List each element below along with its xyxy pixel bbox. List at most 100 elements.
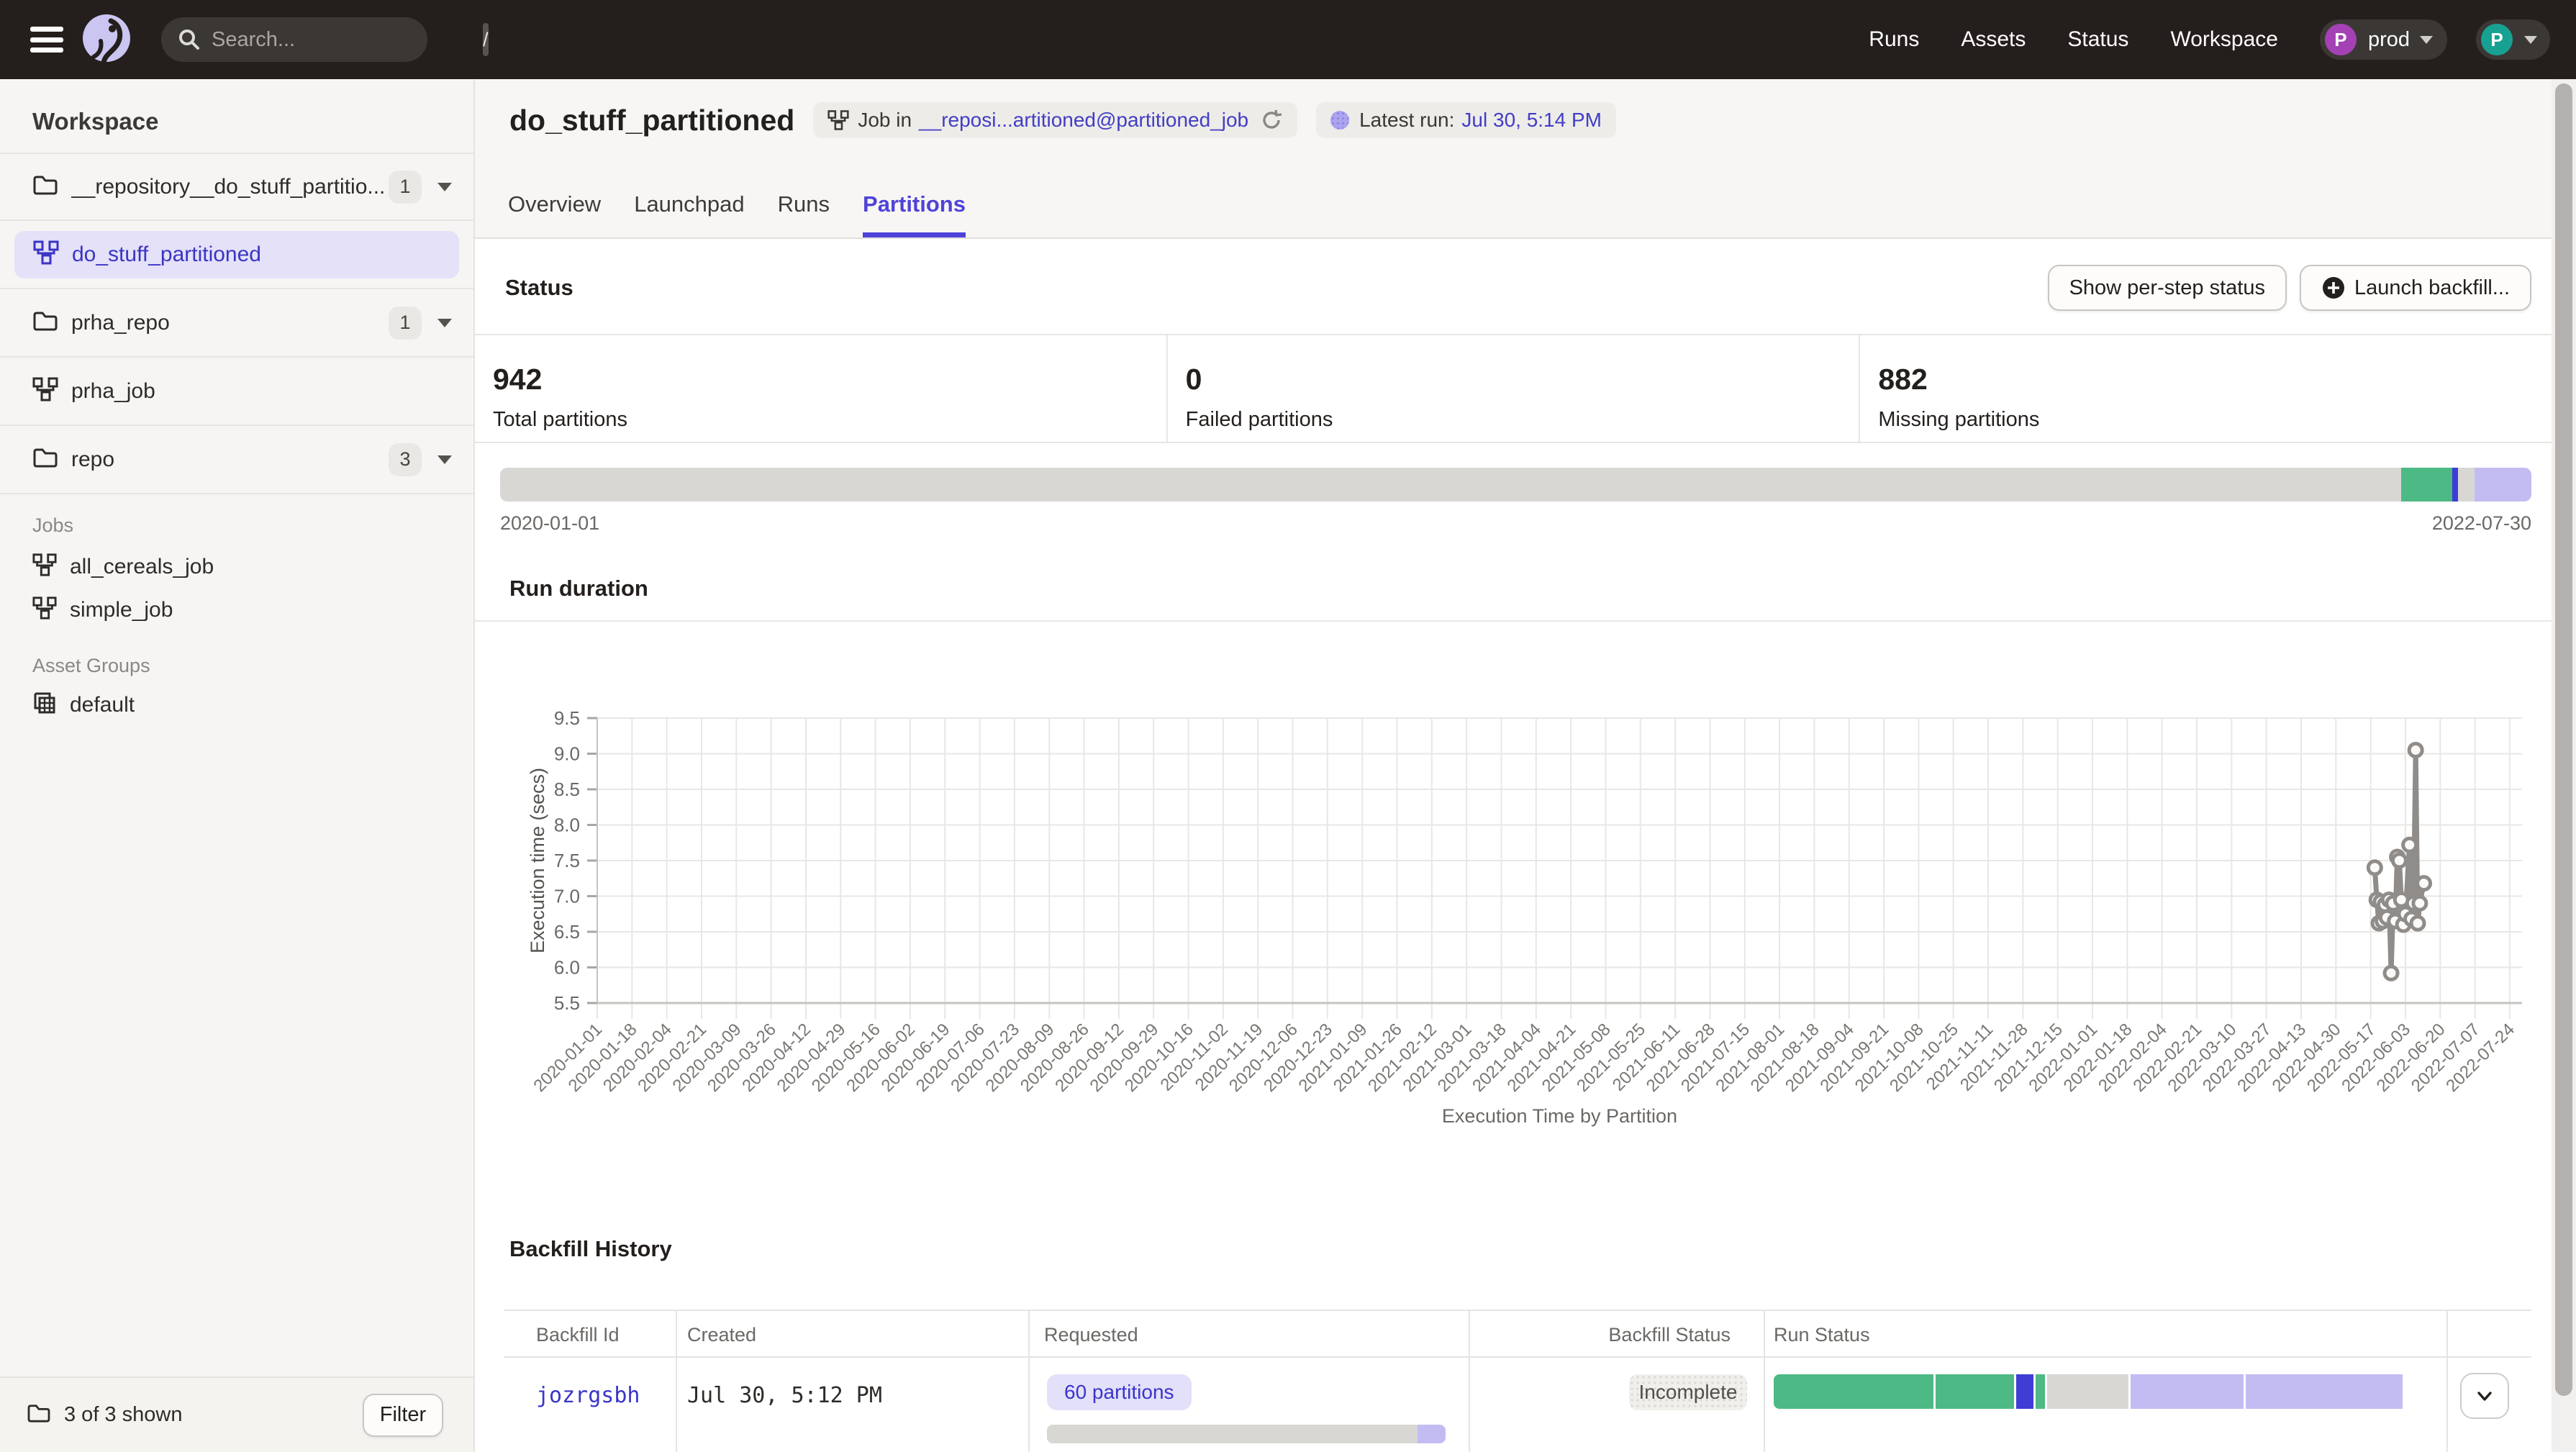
nav-link-status[interactable]: Status <box>2067 27 2128 52</box>
partition-status-bar[interactable] <box>500 468 2531 502</box>
tab-overview[interactable]: Overview <box>508 191 601 237</box>
column-header-backfill-id: Backfill Id <box>536 1324 620 1346</box>
sidebar-footer: 3 of 3 shown Filter <box>0 1376 473 1452</box>
nav-link-assets[interactable]: Assets <box>1961 27 2026 52</box>
job-location-link[interactable]: __reposi...artitioned@partitioned_job <box>919 109 1248 132</box>
search-icon <box>177 27 201 52</box>
launch-backfill-button[interactable]: Launch backfill... <box>2300 265 2531 311</box>
latest-run-link[interactable]: Jul 30, 5:14 PM <box>1461 109 1602 132</box>
status-section-heading: Status <box>505 275 573 301</box>
scrollbar-track[interactable] <box>2552 79 2576 1452</box>
run-status-dot <box>1330 111 1349 130</box>
stat-failed-partitions: 0 Failed partitions <box>1168 335 1861 442</box>
stat-total-partitions: 942 Total partitions <box>475 335 1168 442</box>
sidebar-item-repo[interactable]: repo 3 <box>0 426 473 494</box>
chevron-down-icon <box>2524 36 2537 44</box>
job-chip-prefix: Job in <box>858 109 912 132</box>
tab-partitions[interactable]: Partitions <box>863 191 966 237</box>
svg-text:Execution Time by Partition: Execution Time by Partition <box>1442 1105 1677 1127</box>
chevron-down-icon <box>2474 1385 2495 1407</box>
backfill-history-table: Backfill Id Created Requested Backfill S… <box>504 1310 2531 1452</box>
tab-runs[interactable]: Runs <box>778 191 830 237</box>
job-icon <box>33 240 59 269</box>
user-avatar: P <box>2481 24 2513 55</box>
sidebar-item-label: prha_repo <box>71 311 389 335</box>
sidebar-asset-group-label: default <box>70 693 135 717</box>
plus-circle-icon <box>2321 276 2346 300</box>
tab-launchpad[interactable]: Launchpad <box>634 191 744 237</box>
scrollbar-thumb[interactable] <box>2555 83 2572 1396</box>
backfill-status-badge: Incomplete <box>1629 1374 1747 1410</box>
run-duration-chart: 2020-01-012020-01-182020-02-042020-02-21… <box>475 684 2552 1180</box>
folder-icon <box>27 1403 51 1427</box>
chevron-down-icon[interactable] <box>437 319 452 327</box>
partition-range-start: 2020-01-01 <box>500 512 599 535</box>
run-duration-heading: Run duration <box>509 576 648 602</box>
backfill-id-link[interactable]: jozrgsbh <box>536 1383 640 1408</box>
column-header-backfill-status: Backfill Status <box>1469 1324 1731 1346</box>
search-input[interactable] <box>212 28 483 52</box>
folder-icon <box>32 447 58 472</box>
svg-text:8.0: 8.0 <box>554 815 580 836</box>
svg-text:5.5: 5.5 <box>554 992 580 1014</box>
sidebar-item-label: prha_job <box>71 379 452 404</box>
svg-text:6.0: 6.0 <box>554 957 580 979</box>
count-badge: 3 <box>389 443 422 476</box>
svg-text:9.5: 9.5 <box>554 707 580 729</box>
column-header-run-status: Run Status <box>1774 1324 1870 1346</box>
folder-icon <box>32 310 58 335</box>
column-header-created: Created <box>687 1324 756 1346</box>
deployment-switcher[interactable]: P prod <box>2320 19 2447 60</box>
chevron-down-icon <box>2420 36 2433 44</box>
requested-partitions-badge[interactable]: 60 partitions <box>1047 1374 1192 1410</box>
asset-group-icon <box>32 691 57 719</box>
search-box[interactable]: / <box>161 17 427 62</box>
shown-count: 3 of 3 shown <box>64 1403 363 1427</box>
chevron-down-icon[interactable] <box>437 455 452 464</box>
backfill-created-cell: Jul 30, 5:12 PM <box>687 1383 882 1408</box>
sidebar-job-all-cereals[interactable]: all_cereals_job <box>32 553 214 581</box>
asset-groups-section-label: Asset Groups <box>32 655 150 677</box>
chevron-down-icon[interactable] <box>437 183 452 191</box>
stat-missing-partitions: 882 Missing partitions <box>1860 335 2552 442</box>
svg-text:7.0: 7.0 <box>554 886 580 907</box>
user-menu[interactable]: P <box>2476 19 2550 60</box>
sidebar-heading: Workspace <box>32 108 158 135</box>
folder-icon <box>32 174 58 199</box>
partition-stats: 942 Total partitions 0 Failed partitions… <box>475 334 2552 443</box>
hamburger-menu-icon[interactable] <box>30 27 63 53</box>
sidebar-item-label: do_stuff_partitioned <box>72 242 440 267</box>
backfill-history-heading: Backfill History <box>509 1236 672 1262</box>
tab-bar: Overview Launchpad Runs Partitions <box>508 191 999 237</box>
dagster-logo-icon[interactable] <box>79 12 134 67</box>
nav-link-workspace[interactable]: Workspace <box>2170 27 2278 52</box>
sidebar-item-prha-job[interactable]: prha_job <box>0 358 473 426</box>
svg-text:7.5: 7.5 <box>554 850 580 871</box>
page-header: do_stuff_partitioned Job in __reposi...a… <box>475 79 2552 239</box>
sidebar-job-label: all_cereals_job <box>70 555 214 579</box>
filter-button[interactable]: Filter <box>363 1394 443 1437</box>
sidebar-item-repository[interactable]: __repository__do_stuff_partitio... 1 <box>0 153 473 221</box>
nav-link-runs[interactable]: Runs <box>1869 27 1919 52</box>
count-badge: 1 <box>389 307 422 340</box>
sidebar-job-simple[interactable]: simple_job <box>32 596 173 624</box>
show-per-step-status-button[interactable]: Show per-step status <box>2048 265 2287 311</box>
sidebar-item-do-stuff-partitioned[interactable]: do_stuff_partitioned <box>0 221 473 289</box>
column-header-requested: Requested <box>1044 1324 1138 1346</box>
page-title: do_stuff_partitioned <box>509 104 794 137</box>
partition-range-end: 2022-07-30 <box>2432 512 2531 535</box>
top-nav: / Runs Assets Status Workspace P prod P <box>0 0 2576 79</box>
job-icon <box>32 553 57 581</box>
job-location-chip: Job in __reposi...artitioned@partitioned… <box>813 102 1297 138</box>
run-status-bar[interactable] <box>1774 1374 2407 1409</box>
svg-text:9.0: 9.0 <box>554 743 580 765</box>
sidebar-item-prha-repo[interactable]: prha_repo 1 <box>0 289 473 358</box>
expand-row-button[interactable] <box>2460 1373 2509 1419</box>
requested-progress-bar <box>1047 1425 1446 1443</box>
latest-run-label: Latest run: <box>1359 109 1454 132</box>
count-badge: 1 <box>389 171 422 204</box>
sidebar-asset-group-default[interactable]: default <box>32 691 135 719</box>
reload-icon[interactable] <box>1260 109 1283 132</box>
sidebar-job-label: simple_job <box>70 598 173 622</box>
svg-text:Execution time (secs): Execution time (secs) <box>527 768 548 953</box>
